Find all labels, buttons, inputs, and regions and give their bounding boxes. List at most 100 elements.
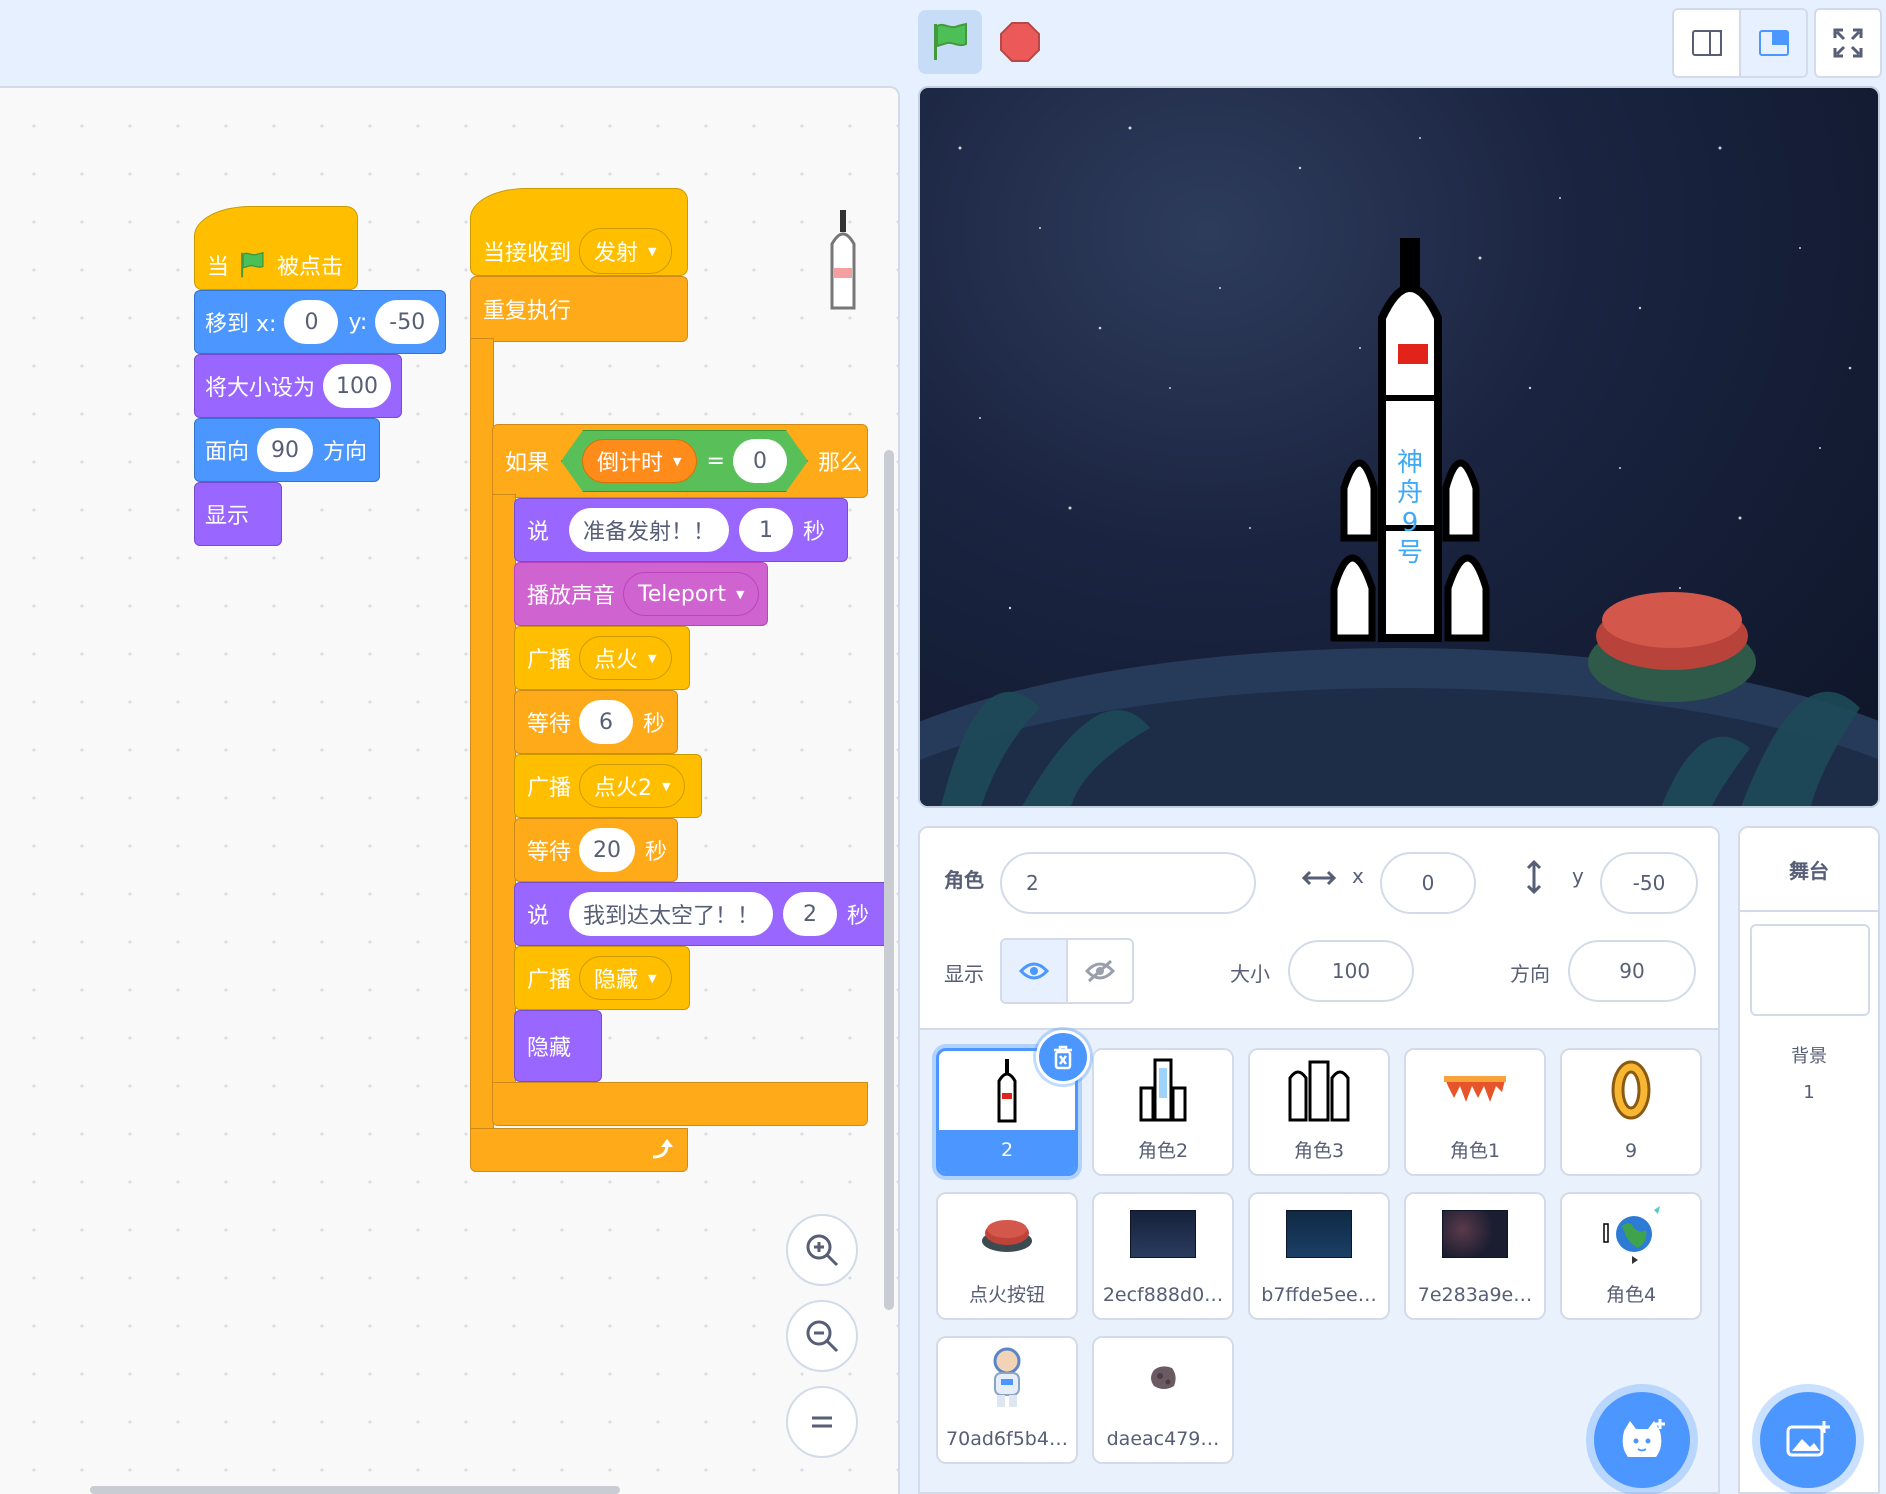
broadcast-message-dropdown[interactable]: 点火 <box>579 636 672 680</box>
say-text-input[interactable]: 我到达太空了！！ <box>569 892 774 936</box>
hat-prefix: 当 <box>207 255 230 280</box>
point-direction-block[interactable]: 面向 90 方向 <box>194 418 380 482</box>
sprite-tile-7e283a9e[interactable]: 7e283a9e… <box>1404 1192 1546 1320</box>
stage-thumbnail[interactable] <box>1750 924 1870 1016</box>
delete-sprite-button[interactable] <box>1036 1030 1090 1084</box>
sprite-tile-角色4[interactable]: 角色4 <box>1560 1192 1702 1320</box>
rocket-char-3: 9 <box>1401 508 1419 538</box>
if-block[interactable]: 如果 倒计时 = 0 那么 <box>492 424 868 498</box>
wait-label: 等待 <box>527 712 572 737</box>
sprite-tile-name: 2ecf888d0… <box>1102 1283 1224 1306</box>
code-workspace[interactable]: 当 被点击 移到 x: 0 y: -50 将大小设为 100 面向 90 方向 … <box>0 86 900 1494</box>
choose-sprite-button[interactable] <box>1594 1392 1690 1488</box>
goto-x-input[interactable]: 0 <box>284 300 339 344</box>
equals-operator[interactable]: 倒计时 = 0 <box>561 430 808 492</box>
direction-value: 90 <box>1619 959 1645 983</box>
goto-y-input[interactable]: -50 <box>375 300 440 344</box>
zoom-in-button[interactable] <box>786 1214 858 1286</box>
wait-block-2[interactable]: 等待 20 秒 <box>514 818 678 882</box>
wait-block-1[interactable]: 等待 6 秒 <box>514 690 678 754</box>
sprite-info: 角色 2 x 0 y -50 显示 大小 100 方向 90 <box>920 828 1718 1030</box>
astronaut-icon <box>993 1347 1021 1408</box>
sprite-tile-9[interactable]: 9 <box>1560 1048 1702 1176</box>
stage-size-toggle <box>1672 8 1808 78</box>
point-input[interactable]: 90 <box>257 428 314 472</box>
backdrop-label: 背景 <box>1791 1046 1827 1067</box>
receive-label: 当接收到 <box>483 241 572 266</box>
horizontal-scrollbar[interactable] <box>90 1486 620 1494</box>
sound-dropdown[interactable]: Teleport <box>623 572 760 616</box>
say-secs-input[interactable]: 2 <box>783 892 838 936</box>
fullscreen-button[interactable] <box>1814 8 1882 78</box>
receive-message-dropdown[interactable]: 发射 <box>579 228 672 274</box>
say-secs-unit: 秒 <box>803 520 826 545</box>
zoom-reset-button[interactable] <box>786 1386 858 1458</box>
green-flag-icon <box>241 251 264 278</box>
sprite-name-input[interactable]: 2 <box>1000 852 1256 914</box>
hide-sprite-button[interactable] <box>1066 940 1132 1002</box>
say-secs-input[interactable]: 1 <box>739 508 794 552</box>
stage-canvas[interactable]: 神 舟 9 号 <box>918 86 1880 808</box>
forever-arm <box>470 338 494 1138</box>
wait-secs-input[interactable]: 6 <box>579 700 634 744</box>
when-flag-clicked-block[interactable]: 当 被点击 <box>194 206 358 290</box>
rocket-char-4: 号 <box>1396 538 1423 568</box>
small-stage-button[interactable] <box>1674 10 1739 76</box>
trash-icon <box>1054 1045 1072 1070</box>
when-receive-block[interactable]: 当接收到 发射 <box>470 188 688 276</box>
rocket-char-1: 神 <box>1396 448 1423 478</box>
x-label: x <box>1352 864 1364 888</box>
x-value: 0 <box>1421 871 1435 895</box>
choose-backdrop-button[interactable] <box>1760 1392 1856 1488</box>
vertical-scrollbar[interactable] <box>884 450 894 1310</box>
say-for-secs-block-1[interactable]: 说 准备发射！！ 1 秒 <box>514 498 848 562</box>
stop-button[interactable] <box>988 10 1052 74</box>
say-text-input[interactable]: 准备发射！！ <box>569 508 730 552</box>
broadcast-message-dropdown[interactable]: 点火2 <box>579 764 686 808</box>
hat-suffix: 被点击 <box>277 255 344 280</box>
equals-value-input[interactable]: 0 <box>733 439 787 483</box>
wait-secs-unit: 秒 <box>645 840 668 865</box>
forever-block[interactable]: 重复执行 <box>470 276 688 342</box>
set-size-block[interactable]: 将大小设为 100 <box>194 354 402 418</box>
sprite-tile-2ecf888d0[interactable]: 2ecf888d0… <box>1092 1192 1234 1320</box>
broadcast-block-2[interactable]: 广播 点火2 <box>514 754 702 818</box>
broadcast-block-1[interactable]: 广播 点火 <box>514 626 690 690</box>
size-input[interactable]: 100 <box>1288 940 1414 1002</box>
goto-xy-block[interactable]: 移到 x: 0 y: -50 <box>194 290 446 354</box>
broadcast-message-dropdown[interactable]: 隐藏 <box>579 956 672 1000</box>
horizontal-arrows-icon <box>1302 870 1336 886</box>
forever-label: 重复执行 <box>483 299 572 324</box>
say-for-secs-block-2[interactable]: 说 我到达太空了！！ 2 秒 <box>514 882 886 946</box>
play-sound-block[interactable]: 播放声音 Teleport <box>514 562 768 626</box>
backdrop-count: 1 <box>1803 1082 1815 1103</box>
sprite-tile-角色1[interactable]: 角色1 <box>1404 1048 1546 1176</box>
sprite-tile-角色3[interactable]: 角色3 <box>1248 1048 1390 1176</box>
if-arm <box>492 494 516 1084</box>
play-sound-label: 播放声音 <box>527 584 616 609</box>
sprite-tile-name: 角色1 <box>1449 1139 1501 1162</box>
repeat-arrow-icon <box>652 1139 673 1159</box>
direction-input[interactable]: 90 <box>1568 940 1696 1002</box>
show-sprite-button[interactable] <box>1002 940 1066 1002</box>
countdown-variable[interactable]: 倒计时 <box>582 439 696 483</box>
show-block[interactable]: 显示 <box>194 482 282 546</box>
setsize-input[interactable]: 100 <box>323 364 391 408</box>
sprite-tile-daeac479[interactable]: daeac479… <box>1092 1336 1234 1464</box>
sprite-tile-b7ffde5ee[interactable]: b7ffde5ee… <box>1248 1192 1390 1320</box>
x-input[interactable]: 0 <box>1380 852 1476 914</box>
zoom-out-button[interactable] <box>786 1300 858 1372</box>
y-input[interactable]: -50 <box>1600 852 1698 914</box>
broadcast-block-3[interactable]: 广播 隐藏 <box>514 946 690 1010</box>
green-flag-button[interactable] <box>918 10 982 74</box>
sprite-tile-点火按钮[interactable]: 点火按钮 <box>936 1192 1078 1320</box>
large-stage-button[interactable] <box>1739 10 1806 76</box>
show-label: 显示 <box>205 504 250 529</box>
sprite-tile-角色2[interactable]: 角色2 <box>1092 1048 1234 1176</box>
rocket-label: 神 舟 9 号 <box>1394 448 1426 568</box>
rocket-body-icon <box>1139 1058 1187 1122</box>
say-label: 说 <box>527 904 550 929</box>
wait-secs-input[interactable]: 20 <box>579 828 636 872</box>
sprite-tile-70ad6f5b4[interactable]: 70ad6f5b4… <box>936 1336 1078 1464</box>
hide-block[interactable]: 隐藏 <box>514 1010 602 1082</box>
